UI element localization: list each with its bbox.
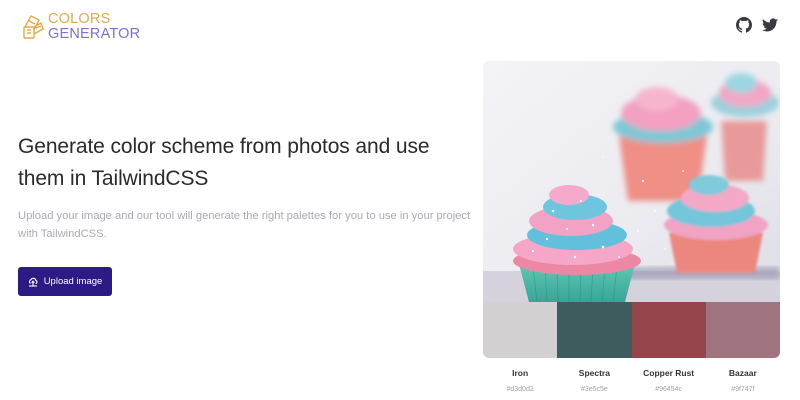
swatch-copper-rust[interactable]	[631, 302, 706, 358]
cupcakes-photo	[483, 61, 780, 302]
social-links	[736, 17, 778, 33]
logo-text-colors: COLORS	[48, 11, 111, 27]
github-icon[interactable]	[736, 17, 752, 33]
palette-label-iron: Iron #d3d0d2	[483, 368, 557, 394]
palette-label-copper-rust: Copper Rust #96454c	[632, 368, 706, 394]
hero-description: Upload your image and our tool will gene…	[18, 210, 471, 240]
color-hex: #96454c	[655, 386, 683, 393]
app-logo[interactable]: COLORS GENERATOR	[22, 12, 140, 42]
color-hex: #3e5c5e	[580, 386, 608, 393]
swatch-bazaar[interactable]	[705, 302, 780, 358]
color-name: Spectra	[578, 368, 610, 378]
upload-icon	[28, 277, 38, 287]
color-hex: #9f747f	[731, 386, 755, 393]
hero-headline: Generate color scheme from photos and us…	[18, 135, 430, 190]
color-name: Bazaar	[728, 368, 757, 378]
color-hex: #d3d0d2	[506, 386, 534, 393]
color-name: Iron	[512, 368, 529, 378]
upload-button-label: Upload image	[43, 276, 103, 287]
palette-card	[483, 61, 780, 358]
palette-fan-icon	[23, 15, 44, 39]
palette-swatches	[483, 302, 780, 358]
hero-section: Generate color scheme from photos and us…	[18, 131, 473, 296]
palette-label-spectra: Spectra #3e5c5e	[557, 368, 631, 394]
logo-text-generator: GENERATOR	[48, 26, 141, 42]
swatch-spectra[interactable]	[557, 302, 632, 358]
palette-labels: Iron #d3d0d2 Spectra #3e5c5e Copper Rust…	[483, 368, 780, 394]
twitter-icon[interactable]	[762, 17, 778, 33]
swatch-iron[interactable]	[483, 302, 558, 358]
color-name: Copper Rust	[643, 368, 695, 378]
upload-image-button[interactable]: Upload image	[18, 267, 112, 296]
palette-label-bazaar: Bazaar #9f747f	[706, 368, 780, 394]
